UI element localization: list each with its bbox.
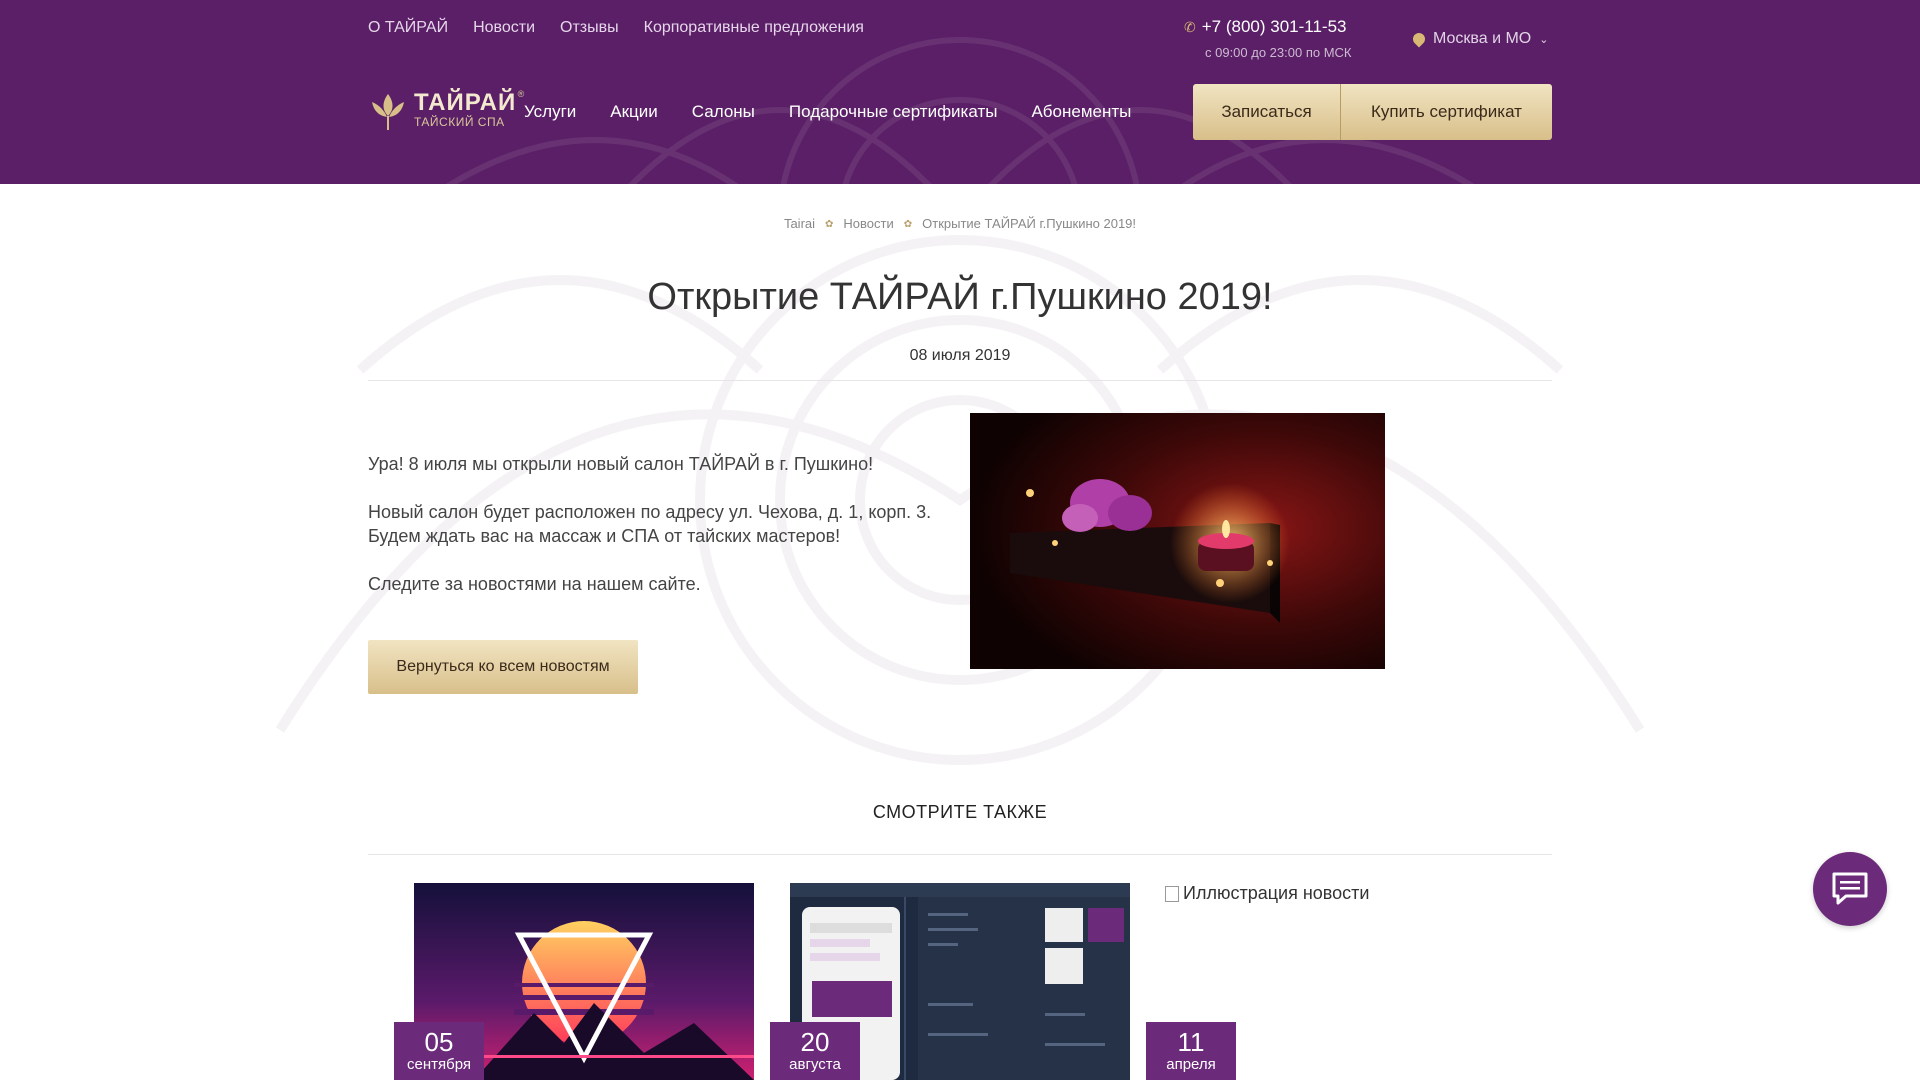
card-day: 20 xyxy=(800,1027,830,1057)
card-month: августа xyxy=(789,1056,841,1073)
article-paragraph: Ура! 8 июля мы открыли новый салон ТАЙРА… xyxy=(368,454,874,474)
logo[interactable]: ТАЙРАЙ ТАЙСКИЙ СПА ® xyxy=(368,88,524,132)
news-card-date: 20 августа xyxy=(770,1022,860,1080)
article-paragraph: Новый салон будет расположен по адресу у… xyxy=(368,502,932,546)
book-button[interactable]: Записаться xyxy=(1193,84,1341,140)
see-also-divider xyxy=(368,854,1552,855)
card-day: 05 xyxy=(424,1027,454,1057)
header-cta-group: Записаться Купить сертификат xyxy=(1193,84,1552,140)
logo-subtitle: ТАЙСКИЙ СПА xyxy=(414,115,505,129)
article-image xyxy=(970,413,1385,669)
news-card-date: 05 сентября xyxy=(394,1022,484,1080)
breadcrumb: Tairai ✿ Новости ✿ Открытие ТАЙРАЙ г.Пуш… xyxy=(0,216,1920,234)
article-body: Ура! 8 июля мы открыли новый салон ТАЙРА… xyxy=(368,452,938,620)
nav-gift-certificates[interactable]: Подарочные сертификаты xyxy=(789,102,998,122)
main-nav: Услуги Акции Салоны Подарочные сертифика… xyxy=(524,102,1131,122)
phone-number: +7 (800) 301-11-53 xyxy=(1201,17,1347,36)
nav-salons[interactable]: Салоны xyxy=(692,102,755,122)
nav-promotions[interactable]: Акции xyxy=(610,102,658,122)
working-hours: с 09:00 до 23:00 по МСК xyxy=(1205,45,1352,60)
top-link-news[interactable]: Новости xyxy=(473,19,535,37)
phone-link[interactable]: ✆ +7 (800) 301-11-53 xyxy=(1184,17,1347,37)
nav-services[interactable]: Услуги xyxy=(524,102,576,122)
broken-image-icon xyxy=(1165,885,1179,902)
logo-title: ТАЙРАЙ xyxy=(414,89,517,116)
title-divider xyxy=(368,380,1552,381)
chevron-down-icon: ⌄ xyxy=(1539,33,1549,46)
buy-certificate-button[interactable]: Купить сертификат xyxy=(1341,84,1552,140)
page-title: Открытие ТАЙРАЙ г.Пушкино 2019! xyxy=(647,276,1273,318)
region-label: Москва и МО xyxy=(1433,30,1532,47)
breadcrumb-news[interactable]: Новости xyxy=(843,216,893,234)
nav-subscriptions[interactable]: Абонементы xyxy=(1031,102,1131,122)
news-card-image-alt: Иллюстрация новости xyxy=(1183,883,1370,903)
card-month: сентября xyxy=(406,1056,471,1073)
region-selector[interactable]: Москва и МО ⌄ xyxy=(1410,30,1549,48)
see-also-heading: СМОТРИТЕ ТАКЖЕ xyxy=(872,802,1048,822)
top-links: О ТАЙРАЙ Новости Отзывы Корпоративные пр… xyxy=(368,19,864,37)
top-link-reviews[interactable]: Отзывы xyxy=(560,19,619,37)
top-link-corporate[interactable]: Корпоративные предложения xyxy=(644,19,864,37)
breadcrumb-current: Открытие ТАЙРАЙ г.Пушкино 2019! xyxy=(922,216,1137,231)
location-pin-icon xyxy=(1410,30,1428,48)
lotus-logo-icon xyxy=(372,94,404,130)
leaf-icon: ✿ xyxy=(825,219,834,230)
leaf-icon: ✿ xyxy=(903,219,913,230)
card-day: 11 xyxy=(1177,1027,1205,1057)
site-header: О ТАЙРАЙ Новости Отзывы Корпоративные пр… xyxy=(0,0,1920,184)
article-paragraph: Следите за новостями на нашем сайте. xyxy=(368,574,701,594)
phone-icon: ✆ xyxy=(1184,19,1196,35)
chat-button[interactable] xyxy=(1813,852,1887,926)
top-link-about[interactable]: О ТАЙРАЙ xyxy=(368,19,448,37)
breadcrumb-home[interactable]: Tairai xyxy=(784,216,815,234)
chat-icon xyxy=(1832,872,1868,905)
back-to-news-button[interactable]: Вернуться ко всем новостям xyxy=(368,640,638,694)
news-card-date: 11 апреля xyxy=(1146,1022,1236,1080)
news-card[interactable]: Иллюстрация новости xyxy=(1165,883,1369,904)
logo-registered-mark: ® xyxy=(517,89,525,99)
card-month: апреля xyxy=(1166,1056,1216,1073)
candle-orchid-photo xyxy=(970,413,1385,669)
article-date: 08 июля 2019 xyxy=(909,347,1011,364)
